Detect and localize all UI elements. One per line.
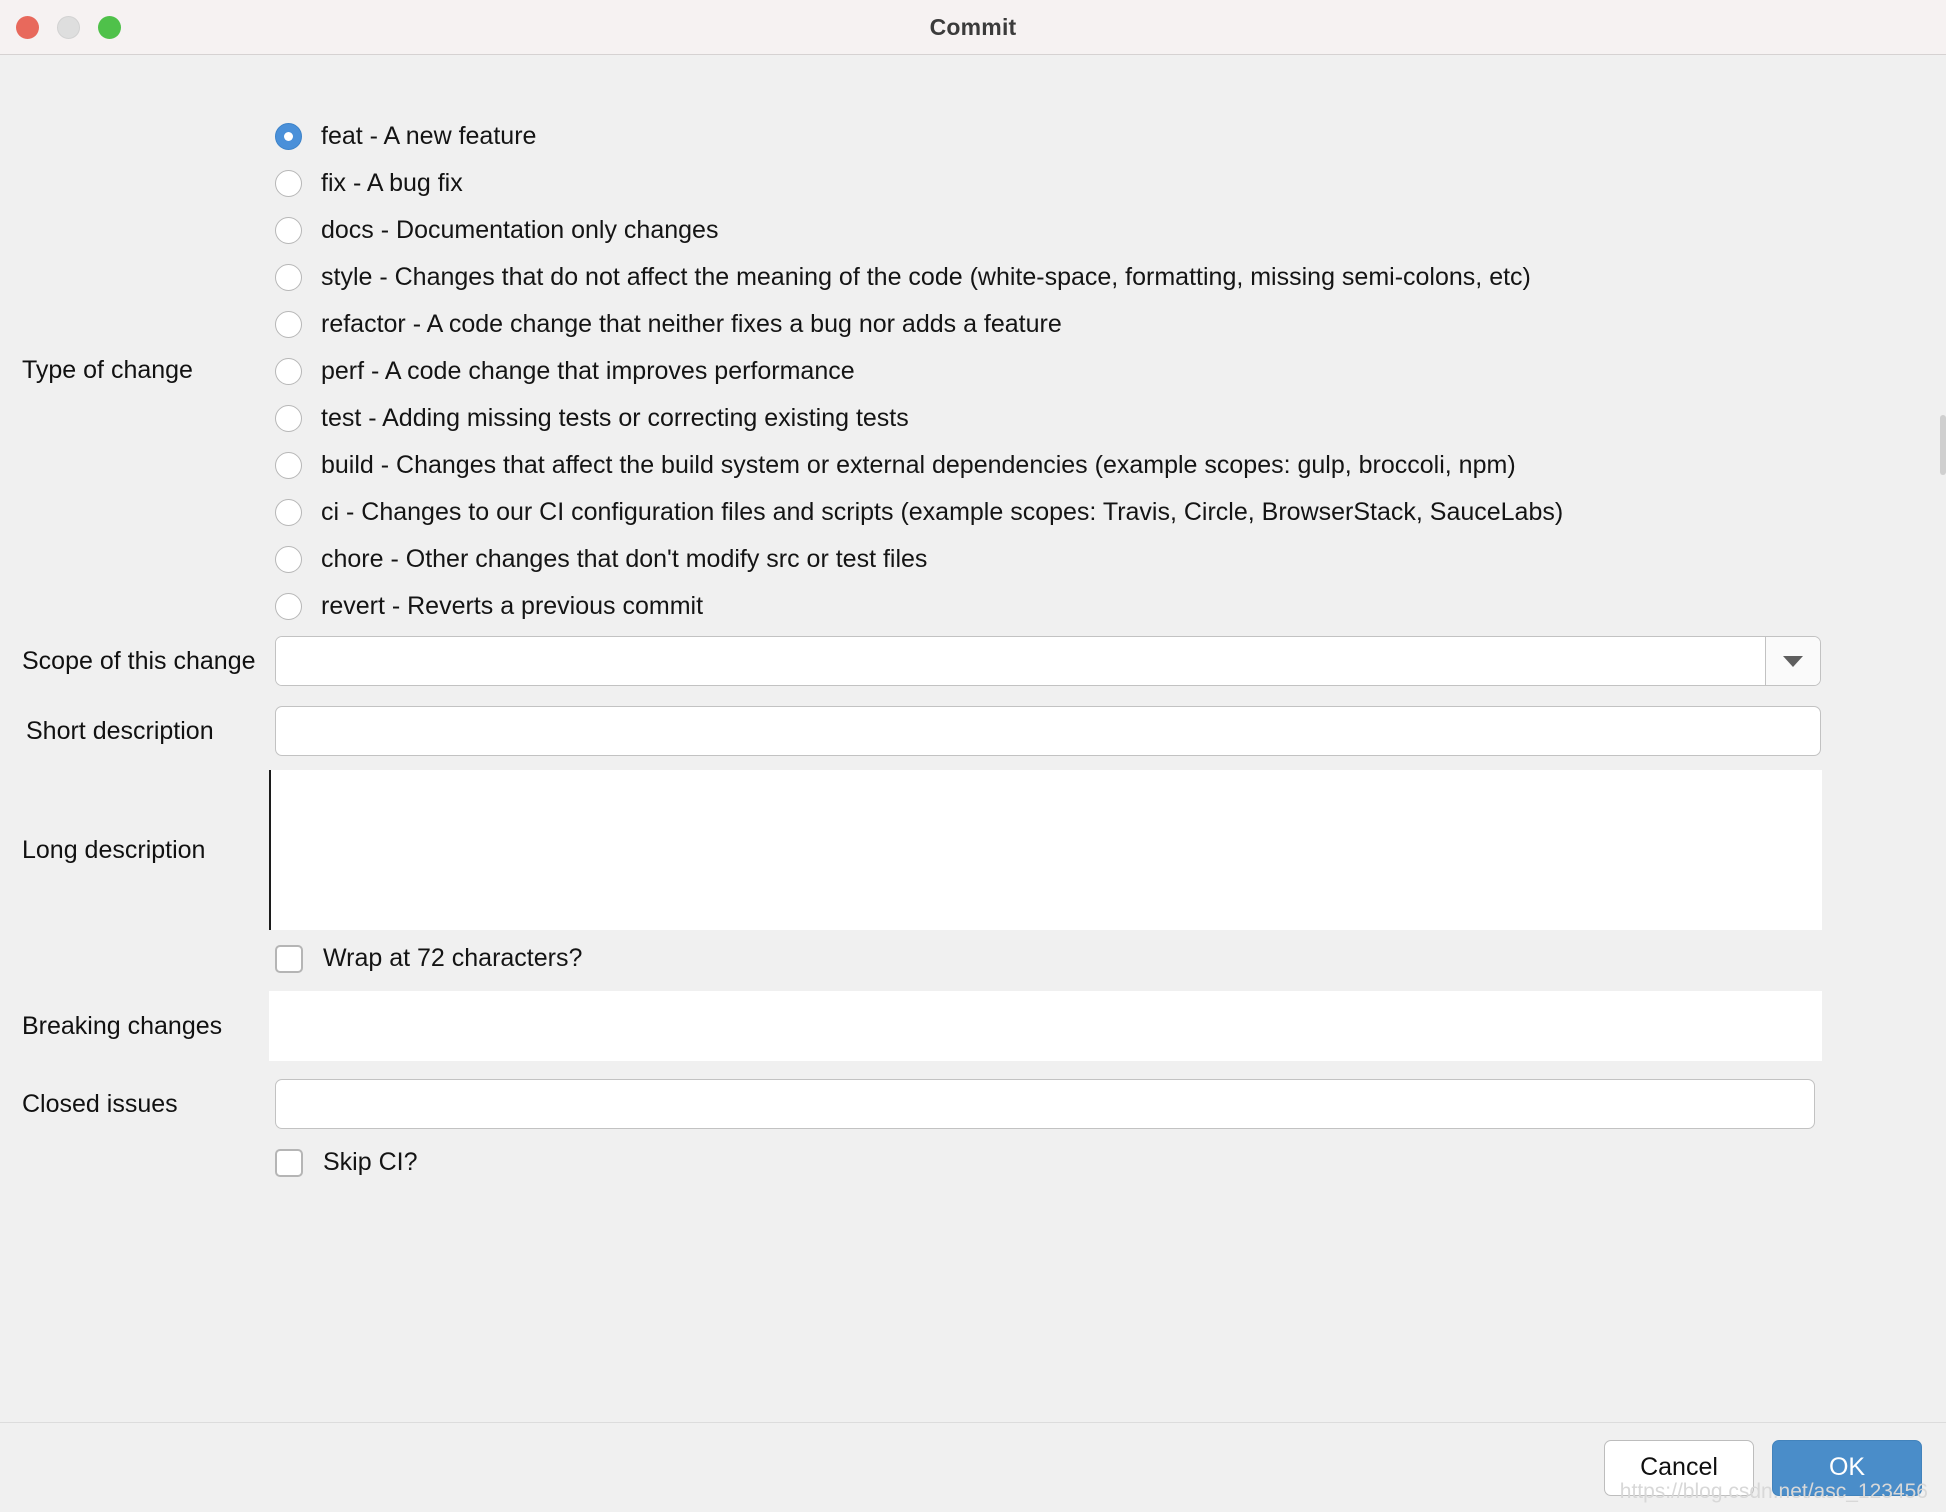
short-description-label: Short description <box>26 717 214 745</box>
scroll-hint[interactable] <box>1940 415 1946 475</box>
radio-label-fix: fix - A bug fix <box>321 169 463 197</box>
radio-label-perf: perf - A code change that improves perfo… <box>321 357 855 385</box>
scope-label: Scope of this change <box>22 647 256 675</box>
radio-icon-fix[interactable] <box>275 170 302 197</box>
close-window-button[interactable] <box>16 15 39 39</box>
radio-icon-revert[interactable] <box>275 593 302 620</box>
title-bar: Commit <box>0 0 1946 55</box>
short-description-field[interactable] <box>275 706 1821 756</box>
radio-label-chore: chore - Other changes that don't modify … <box>321 545 928 573</box>
radio-icon-ci[interactable] <box>275 499 302 526</box>
checkbox-icon-wrap-72[interactable] <box>275 944 303 973</box>
breaking-changes-field[interactable] <box>269 991 1822 1061</box>
radio-label-style: style - Changes that do not affect the m… <box>321 263 1531 291</box>
radio-icon-docs[interactable] <box>275 217 302 244</box>
long-description-field[interactable] <box>269 770 1822 930</box>
radio-option-refactor[interactable]: refactor - A code change that neither fi… <box>275 301 1563 348</box>
radio-icon-style[interactable] <box>275 264 302 291</box>
cancel-button[interactable]: Cancel <box>1604 1439 1754 1496</box>
radio-option-feat[interactable]: feat - A new feature <box>275 113 1563 160</box>
radio-label-revert: revert - Reverts a previous commit <box>321 592 704 620</box>
zoom-window-button[interactable] <box>98 15 121 39</box>
radio-label-refactor: refactor - A code change that neither fi… <box>321 310 1062 338</box>
radio-label-docs: docs - Documentation only changes <box>321 216 719 244</box>
breaking-changes-textarea[interactable] <box>269 991 1822 1061</box>
dialog-footer: Cancel OK <box>0 1422 1946 1512</box>
short-description-input[interactable] <box>276 707 1820 755</box>
minimize-window-button[interactable] <box>57 15 80 39</box>
radio-option-revert[interactable]: revert - Reverts a previous commit <box>275 583 1563 630</box>
radio-option-test[interactable]: test - Adding missing tests or correctin… <box>275 395 1563 442</box>
ok-button[interactable]: OK <box>1772 1439 1922 1496</box>
radio-option-style[interactable]: style - Changes that do not affect the m… <box>275 254 1563 301</box>
commit-dialog-window: Commit Type of change feat - A new featu… <box>0 0 1946 1512</box>
radio-option-chore[interactable]: chore - Other changes that don't modify … <box>275 536 1563 583</box>
long-description-textarea[interactable] <box>271 770 1822 930</box>
radio-icon-test[interactable] <box>275 405 302 432</box>
radio-icon-chore[interactable] <box>275 546 302 573</box>
skip-ci-checkbox-row[interactable]: Skip CI? <box>275 1148 417 1177</box>
radio-label-ci: ci - Changes to our CI configuration fil… <box>321 498 1564 526</box>
radio-option-fix[interactable]: fix - A bug fix <box>275 160 1563 207</box>
radio-option-docs[interactable]: docs - Documentation only changes <box>275 207 1563 254</box>
radio-label-test: test - Adding missing tests or correctin… <box>321 404 909 432</box>
radio-option-build[interactable]: build - Changes that affect the build sy… <box>275 442 1563 489</box>
window-title: Commit <box>929 13 1017 40</box>
radio-option-ci[interactable]: ci - Changes to our CI configuration fil… <box>275 489 1563 536</box>
radio-option-perf[interactable]: perf - A code change that improves perfo… <box>275 348 1563 395</box>
type-of-change-radio-group: feat - A new feature fix - A bug fix doc… <box>275 113 1563 630</box>
long-description-label: Long description <box>22 836 206 864</box>
wrap-72-label: Wrap at 72 characters? <box>323 944 583 972</box>
scope-input[interactable] <box>276 637 1765 685</box>
skip-ci-label: Skip CI? <box>323 1148 418 1176</box>
checkbox-icon-skip-ci[interactable] <box>275 1148 303 1177</box>
radio-icon-refactor[interactable] <box>275 311 302 338</box>
radio-label-build: build - Changes that affect the build sy… <box>321 451 1516 479</box>
scope-combobox[interactable] <box>275 636 1821 686</box>
closed-issues-input[interactable] <box>276 1080 1814 1128</box>
radio-icon-feat[interactable] <box>275 123 302 150</box>
type-of-change-label: Type of change <box>22 356 193 384</box>
window-controls <box>16 15 121 39</box>
closed-issues-label: Closed issues <box>22 1090 178 1118</box>
chevron-down-icon <box>1783 655 1803 667</box>
radio-label-feat: feat - A new feature <box>321 122 537 150</box>
scope-dropdown-button[interactable] <box>1765 637 1820 685</box>
wrap-72-checkbox-row[interactable]: Wrap at 72 characters? <box>275 944 582 973</box>
dialog-body: Type of change feat - A new feature fix … <box>0 55 1946 1512</box>
radio-icon-build[interactable] <box>275 452 302 479</box>
breaking-changes-label: Breaking changes <box>22 1012 223 1040</box>
radio-icon-perf[interactable] <box>275 358 302 385</box>
closed-issues-field[interactable] <box>275 1079 1815 1129</box>
